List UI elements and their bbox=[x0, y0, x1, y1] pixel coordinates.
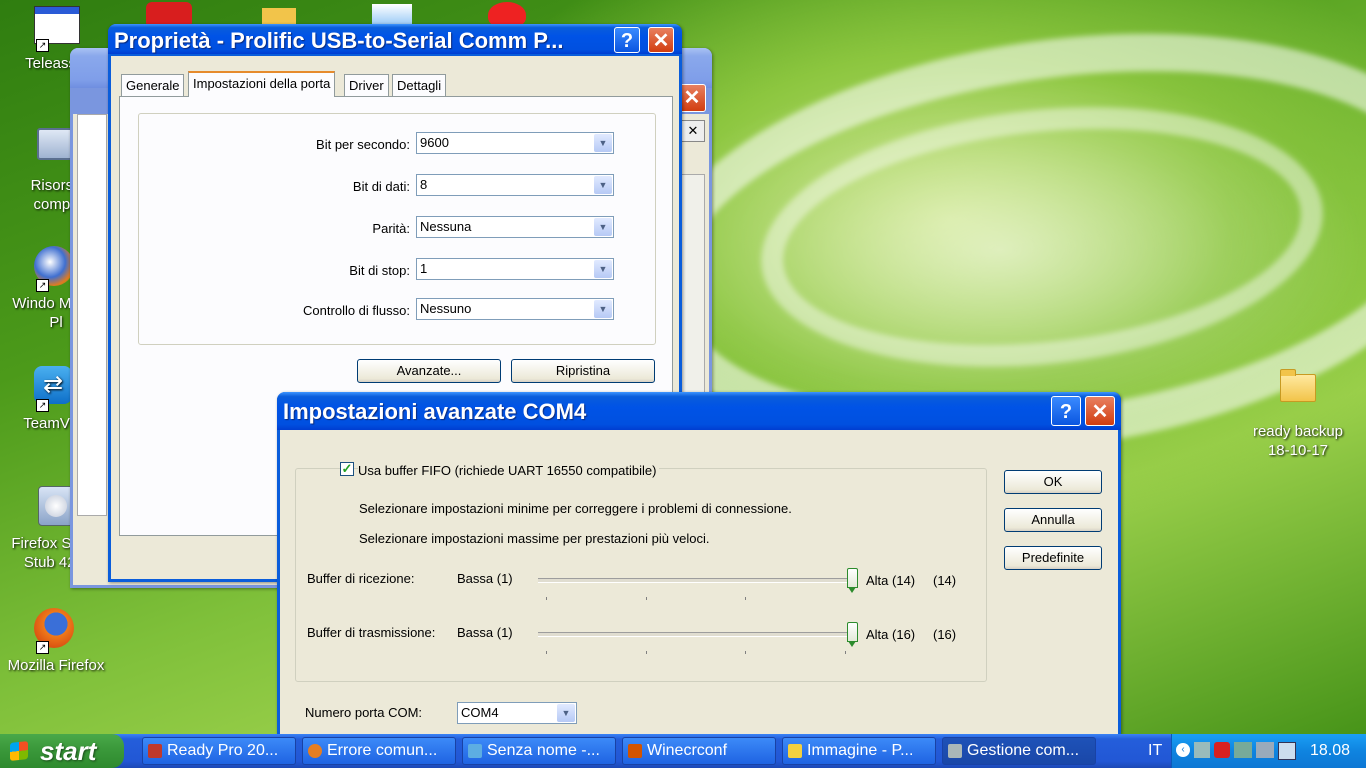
firefox-icon bbox=[308, 744, 322, 758]
windows-logo-icon bbox=[10, 741, 28, 761]
advanced-dialog[interactable]: Impostazioni avanzate COM4 ? ✕ ✓ Usa buf… bbox=[277, 392, 1121, 734]
taskbar-item[interactable]: Winecrconf bbox=[622, 737, 776, 765]
tab-driver[interactable]: Driver bbox=[344, 74, 389, 96]
tab-dettagli[interactable]: Dettagli bbox=[392, 74, 447, 96]
folder-icon bbox=[1276, 369, 1320, 418]
chevron-left-icon[interactable]: ‹ bbox=[1176, 743, 1190, 757]
parity-select[interactable]: Nessuna ▼ bbox=[416, 216, 614, 238]
strawberry-icon bbox=[148, 744, 162, 758]
title-bar[interactable]: Proprietà - Prolific USB-to-Serial Comm … bbox=[108, 24, 682, 54]
hint-max: Selezionare impostazioni massime per pre… bbox=[359, 531, 710, 546]
baud-select[interactable]: 9600 ▼ bbox=[416, 132, 614, 154]
transmit-high: Alta (16) bbox=[866, 627, 916, 642]
network-icon[interactable] bbox=[1234, 742, 1252, 758]
tab-generale[interactable]: Generale bbox=[121, 74, 185, 96]
taskbar: start Ready Pro 20... Errore comun... Se… bbox=[0, 734, 1366, 768]
com-port-select[interactable]: COM4 ▼ bbox=[457, 702, 577, 724]
com-port-label: Numero porta COM: bbox=[305, 705, 423, 720]
paint-icon bbox=[788, 744, 802, 758]
slider-tick bbox=[845, 651, 846, 654]
close-icon[interactable]: ✕ bbox=[681, 120, 705, 142]
advanced-button[interactable]: Avanzate... bbox=[357, 359, 501, 383]
databits-select[interactable]: 8 ▼ bbox=[416, 174, 614, 196]
defaults-button[interactable]: Predefinite bbox=[1004, 546, 1102, 570]
hint-min: Selezionare impostazioni minime per corr… bbox=[359, 501, 792, 516]
start-label: start bbox=[40, 736, 97, 766]
taskbar-item[interactable]: Senza nome -... bbox=[462, 737, 616, 765]
chevron-down-icon[interactable]: ▼ bbox=[594, 134, 612, 152]
transmit-current: (16) bbox=[933, 627, 957, 642]
tray-icon[interactable] bbox=[1194, 742, 1210, 758]
close-button[interactable]: ✕ bbox=[1085, 396, 1115, 426]
network-icon[interactable] bbox=[1256, 742, 1274, 758]
transmit-slider-thumb[interactable] bbox=[847, 622, 858, 647]
slider-tick bbox=[546, 597, 547, 600]
receive-current: (14) bbox=[933, 573, 957, 588]
receive-high: Alta (14) bbox=[866, 573, 916, 588]
taskbar-item-active[interactable]: Gestione com... bbox=[942, 737, 1096, 765]
slider-tick bbox=[646, 651, 647, 654]
window-title: Proprietà - Prolific USB-to-Serial Comm … bbox=[114, 28, 564, 53]
desktop-icon-label: Mozilla Firefox bbox=[7, 657, 105, 674]
dialog-title: Impostazioni avanzate COM4 bbox=[283, 399, 587, 424]
transmit-label: Buffer di trasmissione: bbox=[307, 625, 436, 640]
system-tray: ‹ 18.08 bbox=[1171, 734, 1366, 768]
taskbar-item[interactable]: Ready Pro 20... bbox=[142, 737, 296, 765]
flowcontrol-label: Controllo di flusso: bbox=[303, 303, 410, 318]
taskbar-item[interactable]: Immagine - P... bbox=[782, 737, 936, 765]
baud-label: Bit per secondo: bbox=[316, 137, 410, 152]
language-indicator[interactable]: IT bbox=[1148, 742, 1162, 760]
receive-low: Bassa (1) bbox=[457, 571, 513, 586]
ok-button[interactable]: OK bbox=[1004, 470, 1102, 494]
receive-label: Buffer di ricezione: bbox=[307, 571, 415, 586]
fifo-label: Usa buffer FIFO (richiede UART 16550 com… bbox=[358, 463, 660, 478]
chevron-down-icon[interactable]: ▼ bbox=[594, 300, 612, 318]
chevron-down-icon[interactable]: ▼ bbox=[557, 704, 575, 722]
help-button[interactable]: ? bbox=[614, 27, 640, 53]
restore-button[interactable]: Ripristina bbox=[511, 359, 655, 383]
start-button[interactable]: start bbox=[0, 734, 124, 768]
close-button[interactable]: ✕ bbox=[648, 27, 674, 53]
display-icon[interactable] bbox=[1278, 742, 1296, 760]
antivirus-icon[interactable] bbox=[1214, 742, 1230, 758]
transmit-low: Bassa (1) bbox=[457, 625, 513, 640]
chevron-down-icon[interactable]: ▼ bbox=[594, 176, 612, 194]
stopbits-label: Bit di stop: bbox=[349, 263, 410, 278]
chevron-down-icon[interactable]: ▼ bbox=[594, 260, 612, 278]
stopbits-select[interactable]: 1 ▼ bbox=[416, 258, 614, 280]
config-icon bbox=[628, 744, 642, 758]
help-button[interactable]: ? bbox=[1051, 396, 1081, 426]
slider-tick bbox=[745, 597, 746, 600]
transmit-slider-track[interactable] bbox=[538, 632, 852, 637]
flowcontrol-select[interactable]: Nessuno ▼ bbox=[416, 298, 614, 320]
parity-label: Parità: bbox=[372, 221, 410, 236]
chevron-down-icon[interactable]: ▼ bbox=[594, 218, 612, 236]
slider-tick bbox=[646, 597, 647, 600]
slider-tick bbox=[745, 651, 746, 654]
clock: 18.08 bbox=[1310, 742, 1351, 759]
databits-label: Bit di dati: bbox=[352, 179, 410, 194]
desktop-icon-ready-backup[interactable]: ready backup 18-10-17 bbox=[1248, 368, 1348, 460]
tab-impostazioni-porta[interactable]: Impostazioni della porta bbox=[188, 71, 336, 97]
receive-slider-thumb[interactable] bbox=[847, 568, 858, 593]
title-bar[interactable]: Impostazioni avanzate COM4 ? ✕ bbox=[277, 392, 1121, 430]
cancel-button[interactable]: Annulla bbox=[1004, 508, 1102, 532]
slider-tick bbox=[546, 651, 547, 654]
firefox-icon: ↗ bbox=[34, 608, 78, 654]
desktop-icon-firefox[interactable]: ↗ Mozilla Firefox bbox=[6, 608, 106, 675]
desktop-icon-label: ready backup 18-10-17 bbox=[1252, 423, 1344, 459]
paint-icon bbox=[468, 744, 482, 758]
close-icon[interactable]: ✕ bbox=[678, 84, 706, 112]
fifo-checkbox[interactable]: ✓ bbox=[340, 462, 354, 476]
tree-pane[interactable] bbox=[77, 114, 107, 516]
window-icon: ↗ bbox=[34, 6, 80, 52]
taskbar-item[interactable]: Errore comun... bbox=[302, 737, 456, 765]
computer-management-icon bbox=[948, 744, 962, 758]
receive-slider-track[interactable] bbox=[538, 578, 852, 583]
